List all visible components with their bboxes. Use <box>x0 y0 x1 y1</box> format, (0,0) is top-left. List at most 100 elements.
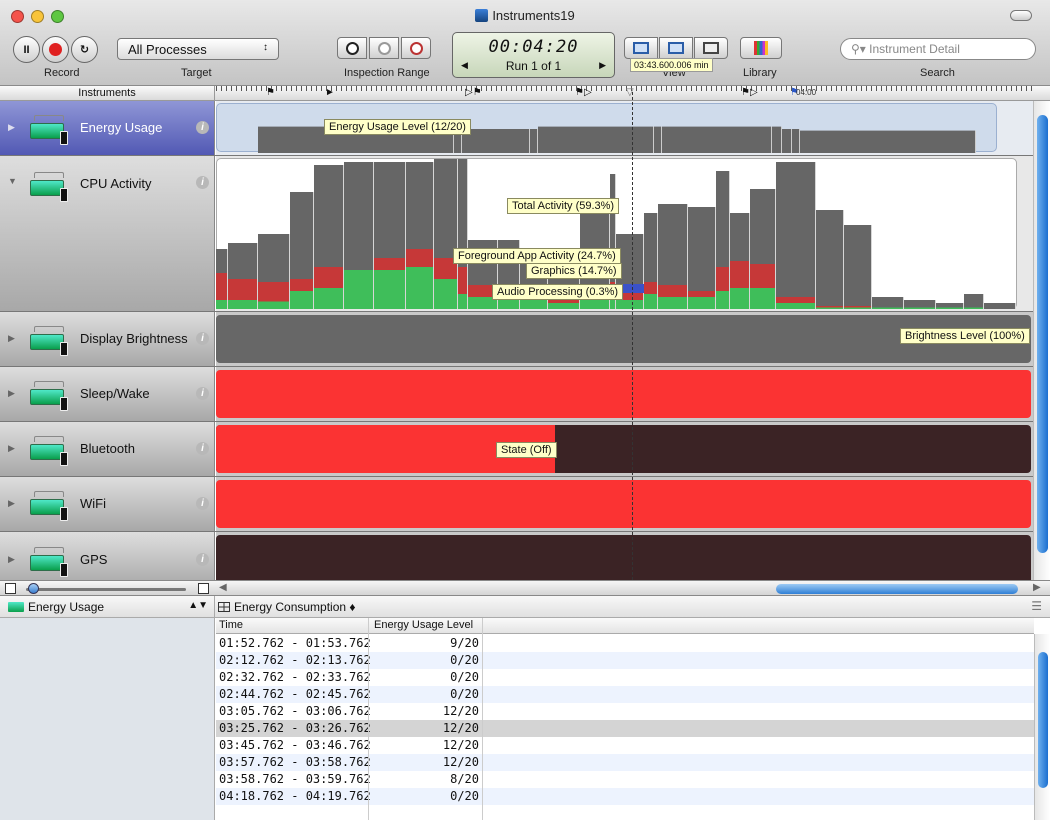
energy-consumption-table[interactable]: Time Energy Usage Level 01:52.762 - 01:5… <box>216 618 1034 820</box>
info-icon[interactable]: i <box>196 442 209 455</box>
flag-icon[interactable]: ▷⚑ <box>465 86 482 99</box>
inspection-end-button[interactable] <box>401 37 431 59</box>
cpu-bar-divider <box>1015 303 1016 309</box>
disclosure-triangle-icon[interactable]: ▶ <box>8 388 15 399</box>
energy-bar <box>654 126 661 153</box>
table-row[interactable]: 03:25.762 - 03:26.762 12/20 <box>216 720 1034 737</box>
disclosure-triangle-icon[interactable]: ▶ <box>8 498 15 509</box>
target-selector[interactable]: All Processes ↕ <box>117 38 279 60</box>
record-button[interactable] <box>42 36 69 63</box>
timeline-ruler[interactable]: Instruments ⚑ ► ▷⚑ ⚑▷ ▽ ⚑▷ ⚑ 04:00 <box>0 86 1050 101</box>
table-row[interactable]: 03:05.762 - 03:06.762 12/20 <box>216 703 1034 720</box>
table-row[interactable]: 02:32.762 - 02:33.762 0/20 <box>216 669 1034 686</box>
detail-view-selector[interactable]: Energy Consumption ♦ <box>218 600 356 614</box>
timeline-scrollbar[interactable]: ◀ ▶ <box>0 580 1050 596</box>
view-detail-left-button[interactable] <box>624 37 658 59</box>
cpu-bar-divider <box>843 210 844 309</box>
run-indicator: Run 1 of 1 <box>505 59 562 73</box>
cpu-graphics-bar <box>688 297 715 309</box>
library-button[interactable] <box>740 37 782 59</box>
track-sleep-wake[interactable]: ▶ Sleep/Wake i <box>0 367 1033 422</box>
bluetooth-plot[interactable]: State (Off) <box>216 422 1033 476</box>
energy-level-cell: 8/20 <box>450 772 479 786</box>
disclosure-triangle-icon[interactable]: ▶ <box>8 333 15 344</box>
disclosure-triangle-icon[interactable]: ▶ <box>8 122 15 133</box>
info-icon[interactable]: i <box>196 387 209 400</box>
sleep-wake-plot[interactable] <box>216 367 1033 421</box>
tracks-scrollbar[interactable] <box>1033 101 1050 580</box>
target-label: Target <box>181 67 212 79</box>
graphics-tag: Graphics (14.7%) <box>526 263 622 279</box>
inspection-start-button[interactable] <box>337 37 367 59</box>
energy-usage-plot[interactable]: Energy Usage Level (12/20) <box>216 101 1033 155</box>
disclosure-triangle-icon[interactable]: ▶ <box>8 443 15 454</box>
track-gps[interactable]: ▶ GPS i <box>0 532 1033 580</box>
menu-icon[interactable]: ☰ <box>1031 599 1042 613</box>
cpu-bar-divider <box>343 165 344 309</box>
instrument-header[interactable]: ▶ GPS i <box>0 532 215 580</box>
info-icon[interactable]: i <box>196 176 209 189</box>
flag-icon[interactable]: ⚑▷ <box>575 86 592 99</box>
energy-bar-divider <box>537 129 538 153</box>
gps-plot[interactable] <box>216 532 1033 580</box>
track-display-brightness[interactable]: ▶ Display Brightness i Brightness Level … <box>0 312 1033 367</box>
track-energy-usage[interactable]: ▶ Energy Usage i Energy Usage Level (12/… <box>0 101 1033 156</box>
zoom-slider[interactable] <box>26 588 186 591</box>
scrollbar-thumb[interactable] <box>1037 115 1048 553</box>
instrument-selector[interactable]: Energy Usage ▲▼ <box>0 596 215 618</box>
flag-icon[interactable]: ⚑ <box>266 86 275 99</box>
scrollbar-thumb[interactable] <box>1038 652 1048 788</box>
playhead-cursor[interactable] <box>632 92 633 580</box>
track-bluetooth[interactable]: ▶ Bluetooth i State (Off) <box>0 422 1033 477</box>
next-run-icon[interactable]: ▶ <box>599 60 606 71</box>
table-row[interactable]: 02:12.762 - 02:13.762 0/20 <box>216 652 1034 669</box>
info-icon[interactable]: i <box>196 332 209 345</box>
table-row[interactable]: 03:57.762 - 03:58.762 12/20 <box>216 754 1034 771</box>
inspection-clear-button[interactable] <box>369 37 399 59</box>
energy-bar-divider <box>771 126 772 153</box>
battery-instrument-icon <box>28 375 72 413</box>
table-row[interactable]: 03:58.762 - 03:59.762 8/20 <box>216 771 1034 788</box>
table-row[interactable]: 03:45.762 - 03:46.762 12/20 <box>216 737 1034 754</box>
disclosure-triangle-icon[interactable]: ▶ <box>8 554 15 565</box>
instrument-header[interactable]: ▶ WiFi i <box>0 477 215 531</box>
previous-run-icon[interactable]: ◀ <box>461 60 468 71</box>
column-header-energy-level[interactable]: Energy Usage Level <box>374 619 473 631</box>
track-cpu-activity[interactable]: ▼ CPU Activity i Total Activity (59.3%) … <box>0 156 1033 312</box>
info-icon[interactable]: i <box>196 121 209 134</box>
loop-button[interactable]: ↻ <box>71 36 98 63</box>
zoom-in-icon[interactable] <box>198 583 209 594</box>
track-wifi[interactable]: ▶ WiFi i <box>0 477 1033 532</box>
cpu-graphics-bar <box>658 297 687 309</box>
instrument-header[interactable]: ▶ Sleep/Wake i <box>0 367 215 421</box>
disclosure-triangle-expanded-icon[interactable]: ▼ <box>8 176 17 186</box>
display-brightness-plot[interactable]: Brightness Level (100%) <box>216 312 1033 366</box>
table-scrollbar[interactable] <box>1034 634 1050 820</box>
pause-button[interactable]: II <box>13 36 40 63</box>
instrument-header[interactable]: ▶ Bluetooth i <box>0 422 215 476</box>
table-row[interactable]: 04:18.762 - 04:19.762 0/20 <box>216 788 1034 805</box>
view-detail-right-button[interactable] <box>694 37 728 59</box>
cpu-activity-plot[interactable]: Total Activity (59.3%) Foreground App Ac… <box>216 156 1033 311</box>
info-icon[interactable]: i <box>196 497 209 510</box>
flag-icon[interactable]: ⚑▷ <box>741 86 758 99</box>
table-row[interactable]: 02:44.762 - 02:45.762 0/20 <box>216 686 1034 703</box>
instrument-header[interactable]: ▶ Display Brightness i <box>0 312 215 366</box>
horizontal-scroll-thumb[interactable] <box>776 584 1018 594</box>
instrument-header[interactable]: ▶ Energy Usage i <box>0 101 215 155</box>
zoom-out-icon[interactable] <box>5 583 16 594</box>
instrument-header[interactable]: ▼ CPU Activity i <box>0 156 215 311</box>
scroll-left-icon[interactable]: ◀ <box>219 582 227 593</box>
zoom-slider-knob[interactable] <box>28 583 39 594</box>
table-row[interactable]: 01:52.762 - 01:53.762 9/20 <box>216 635 1034 652</box>
energy-bar <box>662 126 771 153</box>
cpu-graphics-bar <box>750 288 775 309</box>
search-field[interactable]: ⚲▾ Instrument Detail <box>840 38 1036 60</box>
flag-icon[interactable]: ► <box>325 86 335 99</box>
toolbar-toggle-button[interactable] <box>1010 10 1032 21</box>
column-header-time[interactable]: Time <box>219 619 243 631</box>
view-detail-bottom-button[interactable] <box>659 37 693 59</box>
info-icon[interactable]: i <box>196 552 209 566</box>
scroll-right-icon[interactable]: ▶ <box>1033 582 1041 593</box>
wifi-plot[interactable] <box>216 477 1033 531</box>
